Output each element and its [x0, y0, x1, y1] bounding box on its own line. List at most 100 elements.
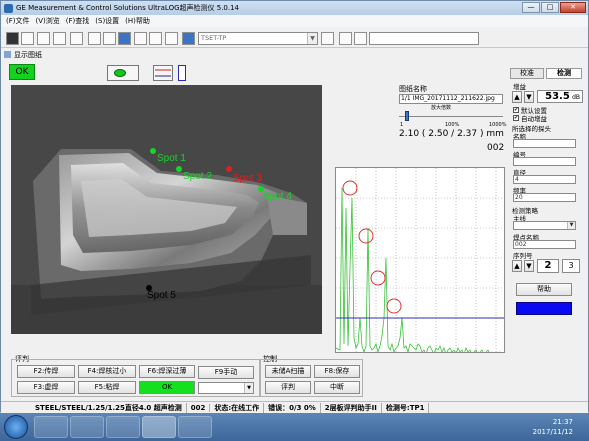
f3-button[interactable]: F3:虚焊: [17, 381, 75, 394]
probe-frequency-field[interactable]: 20: [513, 193, 576, 202]
status-material: STEEL/STEEL/1.25/1.25直径4.0 超声检测: [31, 402, 187, 413]
table-icon[interactable]: [37, 32, 50, 45]
gain-up-button[interactable]: ▲: [512, 91, 522, 103]
scan-a-button[interactable]: 未储A扫描: [265, 365, 311, 378]
ascan-display[interactable]: [335, 167, 505, 353]
blue-status-button[interactable]: [516, 302, 572, 315]
zoom-slider-thumb[interactable]: [405, 111, 409, 121]
probe-diameter-field[interactable]: 4: [513, 175, 576, 184]
image-name-title: 图纸名称: [399, 85, 427, 93]
f4-button[interactable]: F4:焊核过小: [78, 365, 136, 378]
eval-select[interactable]: ▼: [198, 382, 254, 394]
ascan-plot: [336, 168, 504, 352]
spot-4-label: Spot 4: [263, 191, 292, 202]
chevron-down-icon[interactable]: ▼: [307, 33, 317, 44]
window-icon[interactable]: [53, 32, 66, 45]
image-icon[interactable]: [149, 32, 162, 45]
spot-index: 002: [487, 143, 505, 153]
menu-file[interactable]: (F)文件: [6, 16, 30, 26]
panel-icon: [4, 51, 11, 58]
chevron-down-icon[interactable]: ▼: [567, 222, 575, 229]
serial-up-button[interactable]: ▲: [512, 260, 522, 272]
settings-icon[interactable]: [339, 32, 352, 45]
toolbar: TSET-TP ▼: [1, 28, 588, 48]
weld-photo: Spot 1 Spot 2 Spot 3 Spot 4 Spot 5: [11, 85, 322, 334]
menu-help[interactable]: (H)帮助: [125, 16, 150, 26]
f8-save-button[interactable]: F8:保存: [314, 365, 360, 378]
scan-icon[interactable]: [6, 32, 19, 45]
image-file-select[interactable]: 1/1 IMG_20171112_211622.jpg: [399, 94, 503, 104]
window-title: GE Measurement & Control Solutions Ultra…: [16, 4, 240, 12]
ie-icon[interactable]: [34, 416, 68, 438]
checkbox-checked-icon[interactable]: ✔: [513, 115, 519, 121]
auto-gain-label: 自动增益: [521, 115, 547, 123]
zoom-tick-mid: 100%: [445, 122, 460, 128]
clock-date: 2017/11/12: [532, 428, 573, 436]
serial-down-button[interactable]: ▼: [524, 260, 534, 272]
abort-button[interactable]: 中断: [314, 381, 360, 394]
zoom-tick-min: 1: [400, 122, 404, 128]
serial-total: 3: [562, 259, 580, 273]
f9-manual-button[interactable]: F9手动: [198, 366, 254, 379]
clock-time: 21:37: [552, 418, 573, 426]
menu-find[interactable]: (F)查找: [66, 16, 90, 26]
status-ok-badge: OK: [9, 64, 35, 80]
display-header: 显示图纸: [1, 49, 504, 60]
app-task-2-icon[interactable]: [178, 416, 212, 438]
tools-icon[interactable]: [134, 32, 147, 45]
document-icon[interactable]: [70, 32, 83, 45]
grid-icon[interactable]: [21, 32, 34, 45]
dots-icon[interactable]: [321, 32, 334, 45]
probe-icon[interactable]: [182, 32, 195, 45]
spot-1-label: Spot 1: [157, 153, 186, 164]
chevron-down-icon[interactable]: ▼: [244, 383, 253, 393]
main-window: GE Measurement & Control Solutions Ultra…: [0, 0, 589, 413]
status-errors: 错误：0/3 0%: [264, 402, 321, 413]
gain-unit: dB: [572, 94, 580, 101]
weld-image-panel[interactable]: Spot 1 Spot 2 Spot 3 Spot 4 Spot 5: [11, 85, 322, 334]
close-button[interactable]: ✕: [560, 2, 586, 13]
save-icon[interactable]: [88, 32, 101, 45]
f2-button[interactable]: F2:传焊: [17, 365, 75, 378]
media-icon[interactable]: [106, 416, 140, 438]
menu-bar: (F)文件 (V)浏览 (F)查找 (S)设置 (H)帮助: [1, 15, 588, 27]
chart-icon[interactable]: [103, 32, 116, 45]
ellipse-icon: [114, 69, 126, 77]
menu-settings[interactable]: (S)设置: [95, 16, 119, 26]
app-icon: [4, 3, 13, 13]
tab-inspect[interactable]: 检测: [546, 68, 582, 79]
gain-value: 53.5: [545, 91, 570, 102]
print-icon[interactable]: [165, 32, 178, 45]
status-index: 002: [187, 403, 211, 412]
probe-combo[interactable]: TSET-TP ▼: [198, 32, 318, 45]
judge-button[interactable]: 评判: [265, 381, 311, 394]
ok-button[interactable]: OK: [139, 381, 195, 394]
master-line-select[interactable]: ▼: [513, 221, 576, 230]
gain-down-button[interactable]: ▼: [524, 91, 534, 103]
point-name-field[interactable]: 002: [513, 240, 576, 249]
secondary-combo[interactable]: [369, 32, 479, 45]
probe-code-field[interactable]: [513, 157, 576, 166]
start-button[interactable]: [4, 415, 28, 439]
menu-view[interactable]: (V)浏览: [36, 16, 60, 26]
spot-3-label: Spot 3: [233, 173, 262, 184]
gate-indicator-icon: [153, 65, 173, 81]
status-bar: STEEL/STEEL/1.25/1.25直径4.0 超声检测 002 状态:在…: [1, 401, 588, 413]
serial-label: 序列号: [513, 252, 533, 260]
gain-label: 增益: [513, 83, 526, 91]
f5-button[interactable]: F5:粘焊: [78, 381, 136, 394]
f6-button[interactable]: F6:焊深过薄: [139, 365, 195, 378]
zoom-slider[interactable]: [399, 111, 503, 121]
probe-combo-value: TSET-TP: [201, 34, 227, 42]
system-clock[interactable]: 21:37 2017/11/12: [533, 417, 573, 437]
help-button[interactable]: 帮助: [516, 283, 572, 296]
explorer-icon[interactable]: [70, 416, 104, 438]
help-icon[interactable]: [354, 32, 367, 45]
tab-calibrate[interactable]: 校准: [510, 68, 544, 79]
maximize-button[interactable]: □: [541, 2, 559, 13]
probe-name-field[interactable]: [513, 139, 576, 148]
star-icon[interactable]: [118, 32, 131, 45]
minimize-button[interactable]: —: [522, 2, 540, 13]
auto-gain-checkbox[interactable]: ✔ 自动增益: [513, 113, 547, 123]
app-task-icon[interactable]: [142, 416, 176, 438]
